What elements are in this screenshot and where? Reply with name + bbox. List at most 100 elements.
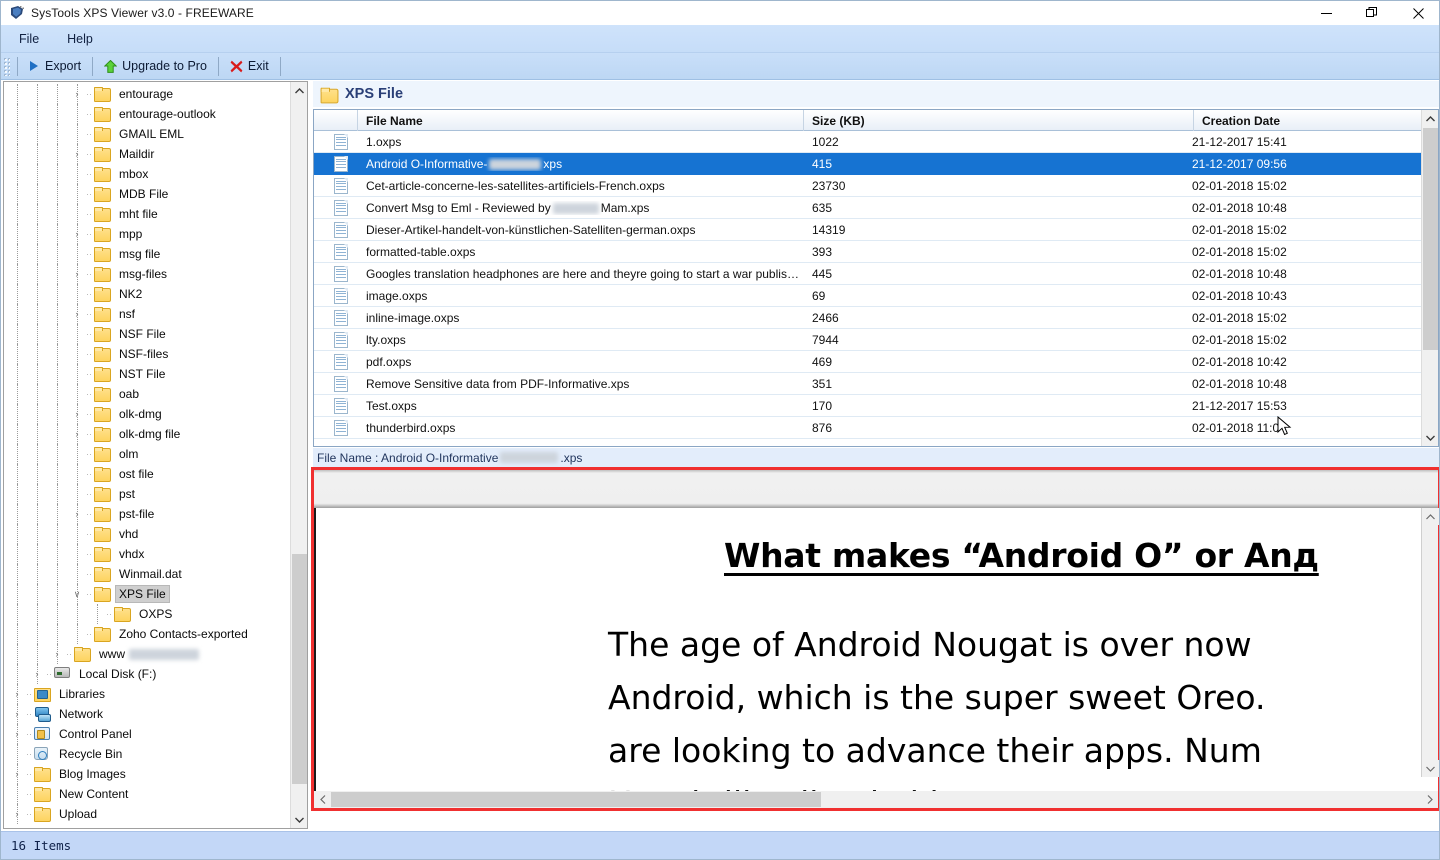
tree-item[interactable]: ›··mpp — [4, 224, 292, 244]
preview-vertical-scrollbar[interactable] — [1421, 508, 1438, 777]
tree-item[interactable]: ›··www — [4, 644, 292, 664]
tree-item[interactable]: ›··nsf — [4, 304, 292, 324]
tree-item[interactable]: ··entourage-outlook — [4, 104, 292, 124]
table-row[interactable]: Dieser-Artikel-handelt-von-künstlichen-S… — [314, 219, 1421, 241]
column-header-creation-date[interactable]: Creation Date — [1194, 110, 1421, 131]
tree-item[interactable]: ··ost file — [4, 464, 292, 484]
file-name-text: 1.oxps — [366, 135, 401, 149]
file-name-text: inline-image.oxps — [366, 311, 459, 325]
menu-file[interactable]: File — [9, 29, 49, 49]
minimize-button[interactable] — [1303, 1, 1349, 25]
tree-item[interactable]: ··New Content — [4, 784, 292, 804]
tree-guide-line — [77, 124, 78, 144]
tree-item[interactable]: ›··Maildir — [4, 144, 292, 164]
tree-item[interactable]: ›··Network — [4, 704, 292, 724]
table-row[interactable]: formatted-table.oxps39302-01-2018 15:02 — [314, 241, 1421, 263]
tree-item[interactable]: ··mbox — [4, 164, 292, 184]
table-row[interactable]: Test.oxps17021-12-2017 15:53 — [314, 395, 1421, 417]
table-row[interactable]: thunderbird.oxps87602-01-2018 11:0 — [314, 417, 1421, 439]
tree-item[interactable]: ›··olk-dmg file — [4, 424, 292, 444]
preview-scroll-right-arrow[interactable] — [1421, 791, 1438, 808]
tree-item[interactable]: ··Recycle Bin — [4, 744, 292, 764]
tree-item[interactable]: ∨··XPS File — [4, 584, 292, 604]
preview-horizontal-scrollbar[interactable] — [314, 791, 1438, 808]
xps-file-icon — [334, 222, 348, 238]
table-row[interactable]: inline-image.oxps246602-01-2018 15:02 — [314, 307, 1421, 329]
preview-scroll-left-arrow[interactable] — [314, 791, 331, 808]
table-row[interactable]: Googles translation headphones are here … — [314, 263, 1421, 285]
tree-item[interactable]: ··msg file — [4, 244, 292, 264]
tree-item[interactable]: ··OXPS — [4, 604, 292, 624]
table-row[interactable]: Convert Msg to Eml - Reviewed byMam.xps6… — [314, 197, 1421, 219]
tree-item-label: mht file — [115, 206, 162, 222]
tree-item[interactable]: ›··Upload — [4, 804, 292, 824]
tree-guide-line — [17, 324, 18, 344]
preview-toolbar[interactable] — [314, 470, 1438, 508]
tree-item[interactable]: ··pst — [4, 484, 292, 504]
tree-guide-line — [37, 184, 38, 204]
tree-item[interactable]: ··NSF File — [4, 324, 292, 344]
file-list-scroll-down-arrow[interactable] — [1422, 429, 1439, 446]
file-list-body[interactable]: 1.oxps102221-12-2017 15:41Android O-Info… — [314, 131, 1421, 446]
exit-button[interactable]: Exit — [223, 56, 276, 77]
tree-item[interactable]: ›··entourage — [4, 84, 292, 104]
tree-item-label: msg-files — [115, 266, 171, 282]
cell-file-name: lty.oxps — [358, 333, 804, 347]
file-list-scroll-up-arrow[interactable] — [1422, 110, 1439, 127]
folder-tree[interactable]: ›··entourage··entourage-outlook··GMAIL E… — [4, 84, 292, 829]
tree-scroll-thumb[interactable] — [292, 554, 307, 784]
tree-item[interactable]: ›··Libraries — [4, 684, 292, 704]
preview-document-canvas[interactable]: What makes “Android O” or Anд The age of… — [314, 508, 1421, 791]
file-list-scroll-thumb[interactable] — [1423, 128, 1438, 350]
menu-help[interactable]: Help — [57, 29, 103, 49]
close-button[interactable] — [1395, 1, 1440, 25]
tree-guide-line — [37, 424, 38, 444]
tree-item[interactable]: ›··msg-files — [4, 264, 292, 284]
tree-scroll-down-arrow[interactable] — [291, 811, 308, 828]
column-header-file-name[interactable]: File Name — [358, 110, 804, 131]
table-row[interactable]: Remove Sensitive data from PDF-Informati… — [314, 373, 1421, 395]
tree-connector: ·· — [84, 264, 94, 284]
tree-item[interactable]: ··NSF-files — [4, 344, 292, 364]
table-row-partial[interactable] — [314, 439, 1421, 446]
tree-guide-line — [17, 704, 18, 724]
tree-vertical-scrollbar[interactable] — [290, 82, 307, 828]
tree-item[interactable]: ›··pst-file — [4, 504, 292, 524]
tree-guide-line — [37, 464, 38, 484]
tree-item[interactable]: ··Zoho Contacts-exported — [4, 624, 292, 644]
tree-item[interactable]: ··vhdx — [4, 544, 292, 564]
column-header-icon[interactable] — [314, 110, 358, 131]
tree-item[interactable]: ›··Local Disk (F:) — [4, 664, 292, 684]
tree-item[interactable]: ··Winmail.dat — [4, 564, 292, 584]
table-row[interactable]: lty.oxps794402-01-2018 15:02 — [314, 329, 1421, 351]
preview-scroll-down-arrow[interactable] — [1422, 760, 1439, 777]
maximize-restore-button[interactable] — [1349, 1, 1395, 25]
table-row[interactable]: Android O-Informative-xps41521-12-2017 0… — [314, 153, 1421, 175]
tree-item[interactable]: ··oab — [4, 384, 292, 404]
tree-item-label: entourage-outlook — [115, 106, 220, 122]
upgrade-to-pro-button[interactable]: Upgrade to Pro — [97, 56, 214, 77]
tree-item[interactable]: ··olm — [4, 444, 292, 464]
table-row[interactable]: 1.oxps102221-12-2017 15:41 — [314, 131, 1421, 153]
tree-item[interactable]: ··vhd — [4, 524, 292, 544]
tree-item-label: olk-dmg — [115, 406, 166, 422]
table-row[interactable]: image.oxps6902-01-2018 10:43 — [314, 285, 1421, 307]
tree-item[interactable]: ›··Control Panel — [4, 724, 292, 744]
tree-connector: ·· — [84, 84, 94, 104]
table-row[interactable]: pdf.oxps46902-01-2018 10:42 — [314, 351, 1421, 373]
toolbar-grip[interactable] — [3, 57, 10, 76]
tree-scroll-up-arrow[interactable] — [291, 82, 308, 99]
tree-item[interactable]: ··MDB File — [4, 184, 292, 204]
preview-scroll-up-arrow[interactable] — [1422, 508, 1439, 525]
tree-item[interactable]: ··GMAIL EML — [4, 124, 292, 144]
tree-item[interactable]: ··NK2 — [4, 284, 292, 304]
tree-item[interactable]: ›··olk-dmg — [4, 404, 292, 424]
tree-item[interactable]: ··mht file — [4, 204, 292, 224]
column-header-size[interactable]: Size (KB) — [804, 110, 1194, 131]
table-row[interactable]: Cet-article-concerne-les-satellites-arti… — [314, 175, 1421, 197]
tree-item[interactable]: ›··Blog Images — [4, 764, 292, 784]
tree-item[interactable]: ··NST File — [4, 364, 292, 384]
file-list-vertical-scrollbar[interactable] — [1421, 110, 1438, 446]
preview-hscroll-thumb[interactable] — [331, 792, 821, 807]
export-button[interactable]: Export — [22, 56, 88, 77]
